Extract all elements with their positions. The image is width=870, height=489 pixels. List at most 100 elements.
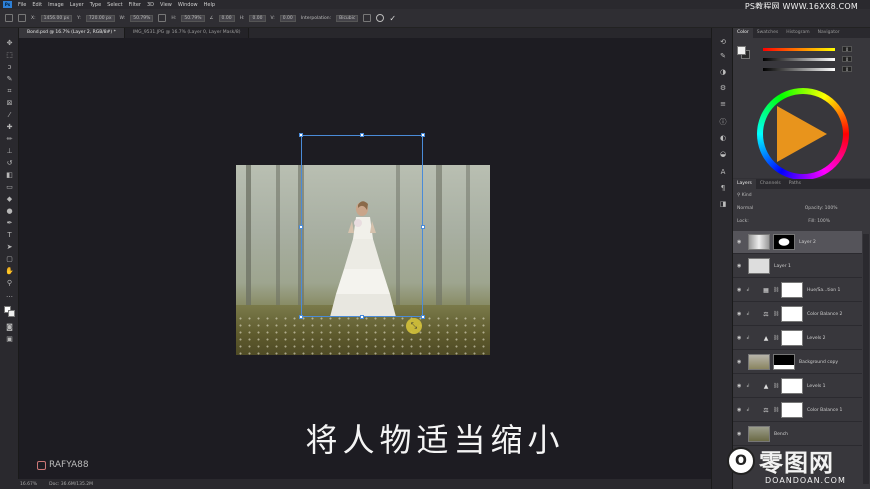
layer-row-levels-1[interactable]: ◉ ↲ ▲ ⛓ Levels 1	[733, 375, 862, 398]
frame-tool-icon[interactable]: ⊠	[5, 100, 14, 107]
tab-bond-psd[interactable]: Bond.psd @ 16.7% (Layer 2, RGB/8#) *	[19, 28, 125, 38]
panel-foreground-swatch[interactable]	[737, 46, 746, 55]
interpolation-select[interactable]: Bicubic	[336, 14, 359, 22]
eraser-tool-icon[interactable]: ◧	[5, 172, 14, 179]
layer-row-layer-2[interactable]: ◉ Layer 2	[733, 231, 862, 254]
visibility-eye-icon[interactable]: ◉	[737, 407, 744, 413]
navigator-icon[interactable]: ◐	[719, 134, 727, 142]
layer-row-levels-2[interactable]: ◉ ↲ ▲ ⛓ Levels 2	[733, 327, 862, 350]
v-skew-field[interactable]: 0.00	[279, 14, 296, 22]
visibility-eye-icon[interactable]: ◉	[737, 431, 744, 437]
menu-window[interactable]: Window	[175, 2, 201, 8]
eyedropper-tool-icon[interactable]: ⁄	[5, 112, 14, 119]
visibility-eye-icon[interactable]: ◉	[737, 383, 744, 389]
visibility-eye-icon[interactable]: ◉	[737, 335, 744, 341]
menu-type[interactable]: Type	[87, 2, 104, 8]
transform-bounding-box[interactable]	[299, 133, 425, 319]
opacity-field[interactable]: 100%	[825, 206, 838, 211]
brush-tool-icon[interactable]: ✏	[5, 136, 14, 143]
menu-filter[interactable]: Filter	[126, 2, 144, 8]
color-triangle[interactable]	[777, 106, 827, 162]
visibility-eye-icon[interactable]: ◉	[737, 239, 744, 245]
swatches-icon[interactable]: ◒	[719, 150, 727, 158]
layer-mask-thumbnail[interactable]	[781, 330, 803, 346]
background-color-swatch[interactable]	[8, 310, 15, 317]
zoom-tool-icon[interactable]: ⚲	[5, 280, 14, 287]
history-icon[interactable]: ⟲	[719, 38, 727, 46]
lasso-tool-icon[interactable]: ↄ	[5, 64, 14, 71]
gradient-tool-icon[interactable]: ▭	[5, 184, 14, 191]
visibility-eye-icon[interactable]: ◉	[737, 311, 744, 317]
red-slider[interactable]	[763, 48, 835, 51]
tab-paths[interactable]: Paths	[785, 179, 805, 189]
libraries-icon[interactable]: ◨	[719, 200, 727, 208]
w-field[interactable]: 50.79%	[130, 14, 154, 22]
h-field[interactable]: 50.79%	[181, 14, 205, 22]
menu-view[interactable]: View	[157, 2, 175, 8]
link-icon[interactable]	[158, 14, 167, 22]
handle-bottom-center[interactable]	[360, 315, 364, 319]
x-field[interactable]: 1456.00 px	[40, 14, 73, 22]
blue-value[interactable]: 0	[842, 66, 852, 72]
menu-edit[interactable]: Edit	[29, 2, 45, 8]
healing-tool-icon[interactable]: ✚	[5, 124, 14, 131]
tab-channels[interactable]: Channels	[756, 179, 785, 189]
zoom-level[interactable]: 16.67%	[20, 482, 37, 487]
menu-help[interactable]: Help	[201, 2, 218, 8]
layer-mask-thumbnail[interactable]	[781, 402, 803, 418]
layer-mask-thumbnail[interactable]	[781, 282, 803, 298]
tab-navigator[interactable]: Navigator	[814, 28, 844, 38]
styles-icon[interactable]: ⚙	[719, 84, 727, 92]
cancel-transform-icon[interactable]	[376, 14, 385, 22]
layer-row-color-balance-2[interactable]: ◉ ↲ ⚖ ⛓ Color Balance 2	[733, 303, 862, 326]
reference-point-icon[interactable]	[18, 14, 26, 22]
visibility-eye-icon[interactable]: ◉	[737, 359, 744, 365]
properties-icon[interactable]: ≡	[719, 100, 727, 108]
filter-kind-select[interactable]: Kind	[742, 193, 752, 198]
history-brush-icon[interactable]: ↺	[5, 160, 14, 167]
tab-histogram[interactable]: Histogram	[782, 28, 813, 38]
color-wheel[interactable]	[757, 88, 849, 180]
handle-bottom-left[interactable]	[299, 315, 303, 319]
path-select-tool-icon[interactable]: ➤	[5, 244, 14, 251]
layer-row-layer-1[interactable]: ◉ Layer 1	[733, 255, 862, 278]
layer-mask-thumbnail[interactable]	[781, 306, 803, 322]
quick-mask-icon[interactable]: ◙	[5, 324, 14, 331]
handle-middle-right[interactable]	[421, 225, 425, 229]
menu-select[interactable]: Select	[104, 2, 125, 8]
brush-settings-icon[interactable]: ✎	[719, 52, 727, 60]
move-tool-icon[interactable]: ✥	[5, 40, 14, 47]
quick-select-tool-icon[interactable]: ✎	[5, 76, 14, 83]
y-field[interactable]: 720.00 px	[85, 14, 115, 22]
paragraph-icon[interactable]: ¶	[719, 184, 727, 192]
more-tools-icon[interactable]: …	[5, 292, 14, 299]
angle-field[interactable]: 0.00	[218, 14, 235, 22]
menu-3d[interactable]: 3D	[144, 2, 157, 8]
blue-slider[interactable]	[763, 68, 835, 71]
layer-mask-thumbnail[interactable]	[773, 234, 795, 250]
stamp-tool-icon[interactable]: ⊥	[5, 148, 14, 155]
layer-row-color-balance-1[interactable]: ◉ ↲ ⚖ ⛓ Color Balance 1	[733, 399, 862, 422]
marquee-tool-icon[interactable]: ⬚	[5, 52, 14, 59]
layer-mask-thumbnail[interactable]	[773, 354, 795, 370]
hand-tool-icon[interactable]: ✋	[5, 268, 14, 275]
blur-tool-icon[interactable]: ◆	[5, 196, 14, 203]
shape-tool-icon[interactable]: ▢	[5, 256, 14, 263]
visibility-eye-icon[interactable]: ◉	[737, 263, 744, 269]
tab-swatches[interactable]: Swatches	[753, 28, 783, 38]
adjustments-icon[interactable]: ◑	[719, 68, 727, 76]
green-slider[interactable]	[763, 58, 835, 61]
layer-row-background-copy[interactable]: ◉ Background copy	[733, 351, 862, 374]
red-value[interactable]: 0	[842, 46, 852, 52]
layer-mask-thumbnail[interactable]	[781, 378, 803, 394]
tab-layers[interactable]: Layers	[733, 179, 756, 189]
type-tool-icon[interactable]: T	[5, 232, 14, 239]
layer-row-hue-saturation[interactable]: ◉ ↲ ▦ ⛓ Hue/Sa...tion 1	[733, 279, 862, 302]
h-skew-field[interactable]: 0.00	[249, 14, 266, 22]
handle-top-right[interactable]	[421, 133, 425, 137]
crop-tool-icon[interactable]: ⌗	[5, 88, 14, 95]
tab-img-9531[interactable]: IMG_9531.JPG @ 16.7% (Layer 0, Layer Mas…	[124, 28, 250, 38]
warp-icon[interactable]	[363, 14, 372, 22]
visibility-eye-icon[interactable]: ◉	[737, 287, 744, 293]
menu-image[interactable]: Image	[45, 2, 67, 8]
